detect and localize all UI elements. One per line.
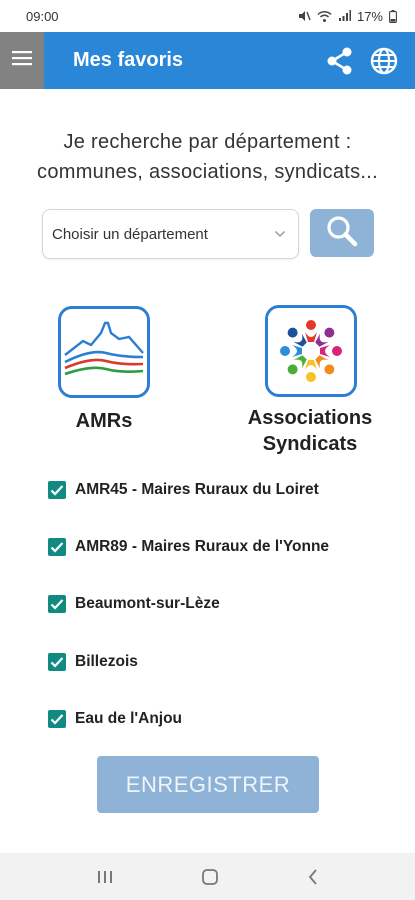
mute-icon <box>297 9 311 23</box>
checkbox-checked-icon[interactable] <box>48 595 66 613</box>
chevron-down-icon <box>274 225 286 243</box>
wifi-icon <box>317 10 332 23</box>
share-icon[interactable] <box>325 46 355 76</box>
favorite-item[interactable]: Billezois <box>48 653 138 671</box>
favorite-item[interactable]: AMR45 - Maires Ruraux du Loiret <box>48 481 319 499</box>
associations-logo-icon <box>268 308 354 394</box>
status-icons: 17% <box>297 9 397 24</box>
menu-icon <box>12 50 32 71</box>
department-select-value: Choisir un département <box>52 225 208 243</box>
favorite-label: Beaumont-sur-Lèze <box>75 595 220 612</box>
save-button[interactable]: ENREGISTRER <box>97 756 319 813</box>
system-nav-bar <box>0 853 415 900</box>
home-icon[interactable] <box>201 868 219 886</box>
amr-tile[interactable] <box>58 306 150 398</box>
menu-button[interactable] <box>0 32 44 89</box>
associations-label-line-1: Associations <box>247 407 373 429</box>
favorite-item[interactable]: Eau de l'Anjou <box>48 710 182 728</box>
checkbox-checked-icon[interactable] <box>48 653 66 671</box>
intro-line-2: communes, associations, syndicats... <box>37 161 378 183</box>
intro-line-1: Je recherche par département : <box>63 131 352 153</box>
favorite-item[interactable]: AMR89 - Maires Ruraux de l'Yonne <box>48 538 329 556</box>
checkbox-checked-icon[interactable] <box>48 538 66 556</box>
status-bar: 09:00 17% <box>0 0 415 32</box>
search-icon <box>325 214 359 253</box>
recent-apps-icon[interactable] <box>96 869 114 885</box>
signal-icon <box>338 10 351 22</box>
favorite-label: Billezois <box>75 653 138 670</box>
favorite-label: AMR45 - Maires Ruraux du Loiret <box>75 481 319 498</box>
status-time: 09:00 <box>26 8 59 24</box>
globe-icon[interactable] <box>369 46 399 76</box>
battery-icon <box>389 9 397 23</box>
department-select[interactable]: Choisir un département <box>42 209 299 259</box>
associations-label-line-2: Syndicats <box>262 433 358 455</box>
favorite-label: Eau de l'Anjou <box>75 710 183 727</box>
amr-logo-icon <box>61 309 147 395</box>
associations-tile[interactable] <box>265 305 357 397</box>
favorite-item[interactable]: Beaumont-sur-Lèze <box>48 595 220 613</box>
battery-percent: 17% <box>356 8 383 24</box>
associations-label[interactable]: Associations Syndicats <box>230 405 390 457</box>
amr-label[interactable]: AMRs <box>58 408 150 434</box>
app-bar: Mes favoris <box>0 32 415 89</box>
favorite-label: AMR89 - Maires Ruraux de l'Yonne <box>75 538 330 555</box>
page-title: Mes favoris <box>73 49 184 71</box>
checkbox-checked-icon[interactable] <box>48 481 66 499</box>
search-button[interactable] <box>310 209 374 257</box>
back-icon[interactable] <box>306 868 320 886</box>
checkbox-checked-icon[interactable] <box>48 710 66 728</box>
intro-text: Je recherche par département : communes,… <box>0 127 415 187</box>
